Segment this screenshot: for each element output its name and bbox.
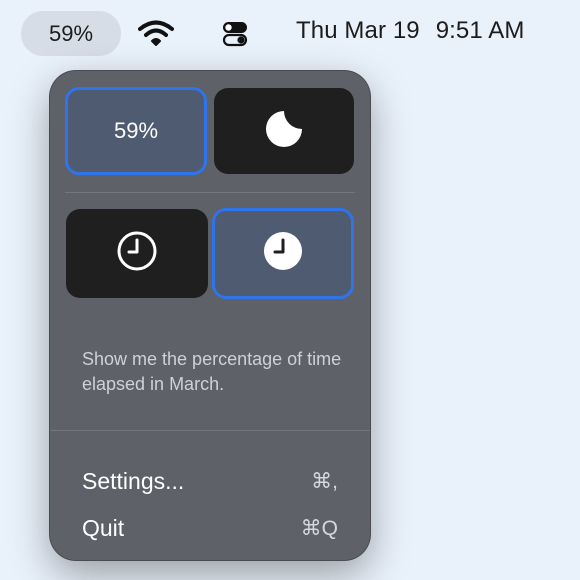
quit-menu-item[interactable]: Quit ⌘Q <box>50 508 370 548</box>
clock-filled-mode-tile[interactable] <box>212 208 354 299</box>
moon-icon <box>264 109 304 154</box>
description-text: Show me the percentage of time elapsed i… <box>82 349 342 394</box>
menu-bar-clock[interactable]: Thu Mar 19 9:51 AM <box>296 17 524 49</box>
menu-bar-date: Thu Mar 19 <box>296 17 420 44</box>
quit-shortcut: ⌘Q <box>300 516 338 540</box>
control-center-icon[interactable] <box>220 20 252 48</box>
tile-divider <box>65 192 355 193</box>
quit-label: Quit <box>82 514 125 541</box>
percent-tile-label: 59% <box>113 118 159 143</box>
settings-shortcut: ⌘, <box>311 469 338 493</box>
wifi-icon[interactable] <box>138 20 174 48</box>
settings-label: Settings... <box>82 467 185 494</box>
menu-bar: 59% Thu Mar 19 9:51 AM <box>0 0 580 66</box>
clock-filled-icon <box>262 230 304 277</box>
moon-mode-tile[interactable] <box>214 88 354 174</box>
percent-text-mode-tile[interactable]: 59% <box>65 87 207 175</box>
menu-bar-time: 9:51 AM <box>435 17 525 44</box>
percent-status-label: 59% <box>48 20 94 46</box>
clock-outline-mode-tile[interactable] <box>66 209 208 298</box>
menu-divider <box>50 430 370 431</box>
clock-outline-icon <box>116 230 158 277</box>
percent-status-item[interactable]: 59% <box>21 11 121 56</box>
settings-menu-item[interactable]: Settings... ⌘, <box>50 461 370 501</box>
percent-popover: 59% Show me the percentage of time elaps… <box>50 71 370 560</box>
